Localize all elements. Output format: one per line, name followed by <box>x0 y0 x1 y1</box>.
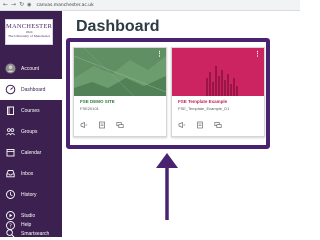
reload-icon[interactable]: ↻ <box>19 2 24 8</box>
university-logo[interactable]: MANCHESTER 1824 The University of Manche… <box>5 19 53 45</box>
page-title: Dashboard <box>76 18 160 35</box>
book-icon <box>5 105 16 116</box>
address-bar[interactable]: canvas.manchester.ac.uk <box>36 3 93 8</box>
sidebar-item-help[interactable]: ? Help <box>0 215 62 235</box>
sidebar-item-courses[interactable]: Courses <box>0 100 62 121</box>
inbox-icon <box>5 168 16 179</box>
arrow-left-icon[interactable]: ← <box>3 2 8 8</box>
page: ← → ↻ ◉ canvas.manchester.ac.uk MANCHEST… <box>0 0 300 238</box>
clock-icon <box>5 189 16 200</box>
highlight-box <box>66 38 270 149</box>
sidebar-item-account[interactable]: Account <box>0 58 62 79</box>
svg-text:?: ? <box>9 223 12 229</box>
arrow-right-icon[interactable]: → <box>11 2 16 8</box>
sidebar-item-history[interactable]: History <box>0 184 62 205</box>
sidebar-item-dashboard[interactable]: Dashboard <box>0 79 62 100</box>
global-nav-sidebar: MANCHESTER 1824 The University of Manche… <box>0 11 62 238</box>
browser-toolbar: ← → ↻ ◉ canvas.manchester.ac.uk <box>0 0 300 11</box>
calendar-icon <box>5 147 16 158</box>
arrow-up-icon <box>156 153 178 220</box>
sidebar-item-groups[interactable]: Groups <box>0 121 62 142</box>
speedometer-icon <box>5 84 16 95</box>
sidebar-item-calendar[interactable]: Calendar <box>0 142 62 163</box>
people-icon <box>5 126 16 137</box>
avatar-icon <box>5 63 16 74</box>
help-icon: ? <box>5 220 16 231</box>
sidebar-item-inbox[interactable]: Inbox <box>0 163 62 184</box>
site-info-icon[interactable]: ◉ <box>27 2 31 8</box>
